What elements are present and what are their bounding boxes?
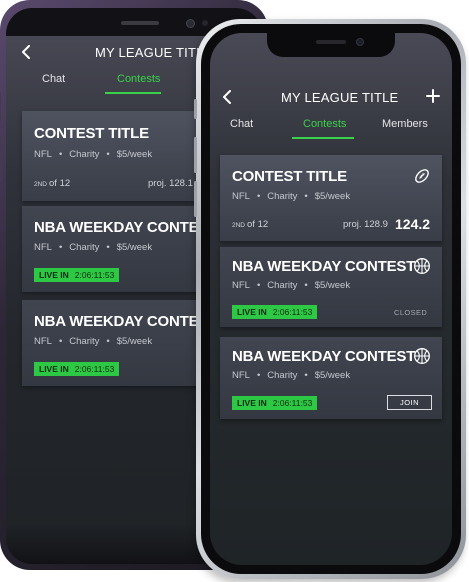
contest-type: Charity xyxy=(267,280,298,291)
volume-down-button xyxy=(194,181,197,217)
contest-fee: $5/week xyxy=(314,191,351,202)
contest-fee: $5/week xyxy=(314,280,351,291)
live-countdown-badge: LIVE IN 2:06:11:53 xyxy=(34,362,120,376)
contest-league: NFL xyxy=(34,336,52,347)
contest-league: NFL xyxy=(232,370,250,381)
tab-contests[interactable]: Contests xyxy=(117,73,160,85)
contest-title: CONTEST TITLE xyxy=(232,168,347,185)
join-button[interactable]: JOIN xyxy=(387,395,432,410)
rank-of: of 12 xyxy=(247,219,269,230)
page-title: MY LEAGUE TITLE xyxy=(95,45,213,60)
closed-status: CLOSED xyxy=(394,308,428,317)
notch xyxy=(267,33,395,57)
contest-meta: NFL • Charity • $5/week xyxy=(34,336,153,347)
back-chevron-icon[interactable] xyxy=(222,90,232,104)
contest-type: Charity xyxy=(69,242,100,253)
live-time: 2:06:11:53 xyxy=(272,398,313,408)
live-label: LIVE IN xyxy=(39,270,69,280)
contest-title: NBA WEEKDAY CONTEST xyxy=(34,313,218,330)
rank-place: 2ND xyxy=(34,181,48,188)
bixby-key xyxy=(0,135,1,183)
contest-title: NBA WEEKDAY CONTEST xyxy=(232,348,416,365)
contest-card[interactable]: CONTEST TITLE NFL • Charity • $5/week 2ND of … xyxy=(220,155,442,241)
contest-type: Charity xyxy=(69,336,100,347)
contest-type: Charity xyxy=(267,191,298,202)
contest-card[interactable]: NBA WEEKDAY CONTEST NFL • Charity • $5/week … xyxy=(220,337,442,419)
tab-active-indicator xyxy=(292,137,354,139)
contest-rank: 2ND of 12 xyxy=(232,219,268,230)
contest-meta: NFL • Charity • $5/week xyxy=(34,242,153,253)
live-time: 2:06:11:53 xyxy=(74,270,115,280)
contest-meta: NFL • Charity • $5/week xyxy=(232,370,351,381)
live-label: LIVE IN xyxy=(237,398,267,408)
page-title: MY LEAGUE TITLE xyxy=(281,90,399,105)
tab-members[interactable]: Members xyxy=(382,118,428,130)
front-camera xyxy=(356,38,364,46)
front-camera xyxy=(186,19,195,28)
contest-fee: $5/week xyxy=(116,242,153,253)
contest-meta: NFL • Charity • $5/week xyxy=(34,149,153,160)
live-time: 2:06:11:53 xyxy=(74,364,115,374)
tab-contests[interactable]: Contests xyxy=(303,118,346,130)
contest-fee: $5/week xyxy=(116,149,153,160)
earpiece-speaker xyxy=(121,21,159,25)
volume-up-button xyxy=(194,137,197,173)
tab-chat[interactable]: Chat xyxy=(42,73,65,85)
contest-title: CONTEST TITLE xyxy=(34,125,149,142)
contest-fee: $5/week xyxy=(314,370,351,381)
projected-score: proj. 128.9 xyxy=(343,219,388,230)
live-time: 2:06:11:53 xyxy=(272,307,313,317)
back-chevron-icon[interactable] xyxy=(21,45,31,59)
contest-meta: NFL • Charity • $5/week xyxy=(232,280,351,291)
contest-type: Charity xyxy=(267,370,298,381)
contest-rank: 2ND of 12 xyxy=(34,178,70,189)
basketball-icon xyxy=(414,258,430,274)
volume-key xyxy=(0,92,1,122)
mute-switch xyxy=(194,99,197,119)
rank-place: 2ND xyxy=(232,222,246,229)
projected-score: proj. 128.1 xyxy=(148,178,193,189)
contest-fee: $5/week xyxy=(116,336,153,347)
proximity-sensor xyxy=(202,20,208,26)
live-countdown-badge: LIVE IN 2:06:11:53 xyxy=(232,396,318,410)
contest-type: Charity xyxy=(69,149,100,160)
rank-of: of 12 xyxy=(49,178,71,189)
contest-league: NFL xyxy=(232,191,250,202)
contest-meta: NFL • Charity • $5/week xyxy=(232,191,351,202)
tab-chat[interactable]: Chat xyxy=(230,118,253,130)
iphone-screen: MY LEAGUE TITLE Chat Contests Members CO… xyxy=(210,33,452,565)
contest-title: NBA WEEKDAY CONTEST xyxy=(34,219,218,236)
live-label: LIVE IN xyxy=(237,307,267,317)
contest-league: NFL xyxy=(232,280,250,291)
contest-league: NFL xyxy=(34,242,52,253)
live-label: LIVE IN xyxy=(39,364,69,374)
contest-league: NFL xyxy=(34,149,52,160)
football-icon xyxy=(415,169,429,183)
plus-icon[interactable] xyxy=(426,89,440,103)
basketball-icon xyxy=(414,348,430,364)
iphone: MY LEAGUE TITLE Chat Contests Members CO… xyxy=(194,19,466,579)
tab-active-indicator xyxy=(105,92,161,94)
current-score: 124.2 xyxy=(395,216,431,232)
earpiece-speaker xyxy=(316,40,346,44)
iphone-bezel: MY LEAGUE TITLE Chat Contests Members CO… xyxy=(201,24,461,574)
live-countdown-badge: LIVE IN 2:06:11:53 xyxy=(34,268,120,282)
contest-card[interactable]: NBA WEEKDAY CONTEST NFL • Charity • $5/week … xyxy=(220,247,442,327)
live-countdown-badge: LIVE IN 2:06:11:53 xyxy=(232,305,318,319)
contest-title: NBA WEEKDAY CONTEST xyxy=(232,258,416,275)
